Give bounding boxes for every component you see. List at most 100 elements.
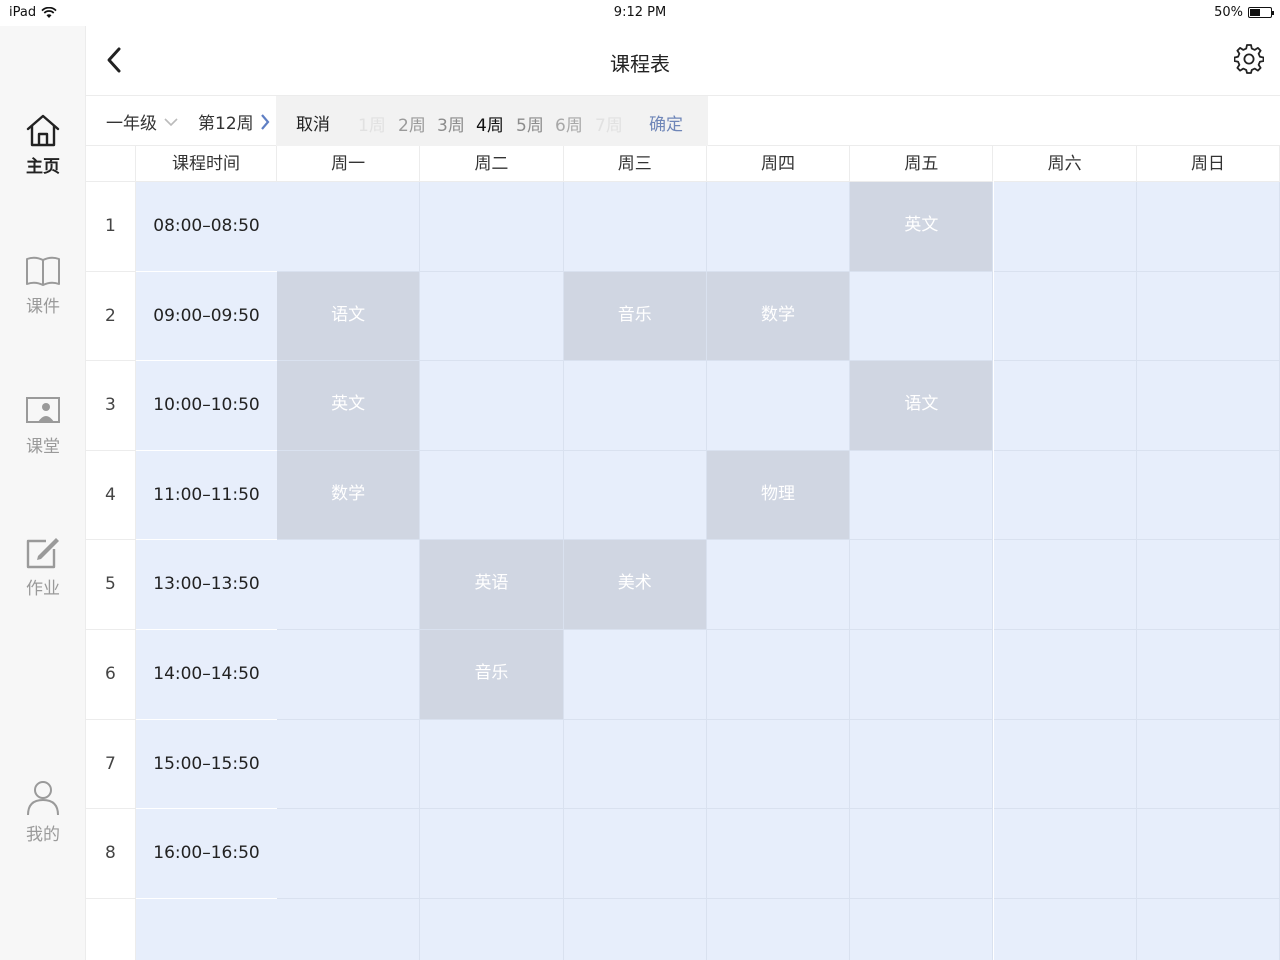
status-time: 9:12 PM — [613, 5, 667, 20]
empty-cell[interactable] — [993, 182, 1137, 272]
sidebar-item-label: 课堂 — [26, 437, 60, 457]
empty-cell[interactable] — [277, 630, 421, 720]
empty-cell[interactable] — [993, 271, 1137, 362]
empty-cell[interactable] — [563, 898, 707, 960]
course-cell[interactable]: 英文 — [850, 182, 994, 272]
empty-cell[interactable] — [277, 540, 421, 630]
empty-cell[interactable] — [706, 898, 851, 960]
empty-cell[interactable] — [850, 630, 994, 720]
sidebar-item-homework[interactable]: 作业 — [0, 534, 86, 599]
empty-cell[interactable] — [277, 809, 421, 899]
gear-icon[interactable] — [1234, 44, 1264, 74]
week-option[interactable]: 2周 — [398, 111, 426, 136]
sidebar-item-label: 课件 — [26, 297, 60, 317]
corner-header — [86, 146, 136, 182]
period-number: 6 — [86, 630, 136, 720]
week-option[interactable]: 7周 — [595, 111, 623, 136]
cancel-button[interactable]: 取消 — [296, 110, 330, 135]
sidebar-item-label: 作业 — [26, 579, 60, 599]
empty-cell[interactable] — [277, 182, 421, 272]
empty-cell[interactable] — [563, 809, 707, 899]
user-icon — [27, 781, 59, 816]
course-cell[interactable]: 英语 — [420, 540, 564, 630]
week-option-selected[interactable]: 4周 — [476, 111, 504, 136]
empty-cell[interactable] — [993, 630, 1137, 720]
empty-cell[interactable] — [1136, 719, 1280, 810]
empty-cell[interactable] — [706, 540, 851, 630]
week-option[interactable]: 6周 — [555, 111, 583, 136]
week-select[interactable]: 第12周 — [198, 109, 270, 134]
empty-cell[interactable] — [420, 719, 564, 810]
period-time: 09:00–09:50 — [136, 271, 277, 362]
week-value: 第12周 — [198, 114, 254, 134]
empty-cell[interactable] — [563, 630, 707, 720]
course-cell[interactable]: 语文 — [850, 361, 994, 451]
empty-cell[interactable] — [706, 182, 851, 272]
chevron-right-icon — [260, 113, 270, 130]
sidebar-item-home[interactable]: 主页 — [0, 112, 86, 177]
empty-cell[interactable] — [1136, 540, 1280, 630]
empty-cell[interactable] — [1136, 898, 1280, 960]
course-cell[interactable]: 语文 — [277, 271, 421, 362]
empty-cell[interactable] — [706, 719, 851, 810]
empty-cell[interactable] — [277, 719, 421, 810]
empty-cell[interactable] — [993, 809, 1137, 899]
empty-cell[interactable] — [850, 898, 994, 960]
period-number — [86, 898, 136, 960]
empty-cell[interactable] — [1136, 450, 1280, 541]
course-cell[interactable]: 美术 — [563, 540, 707, 630]
empty-cell[interactable] — [420, 271, 564, 362]
week-option[interactable]: 3周 — [437, 111, 465, 136]
empty-cell[interactable] — [420, 450, 564, 541]
day-header: 周一 — [277, 146, 421, 182]
empty-cell[interactable] — [706, 809, 851, 899]
empty-cell[interactable] — [563, 719, 707, 810]
course-cell[interactable]: 英文 — [277, 361, 421, 451]
sidebar-item-courseware[interactable]: 课件 — [0, 254, 86, 317]
confirm-button[interactable]: 确定 — [649, 110, 683, 135]
empty-cell[interactable] — [420, 809, 564, 899]
course-cell[interactable]: 音乐 — [420, 630, 564, 720]
period-number: 5 — [86, 540, 136, 630]
empty-cell[interactable] — [993, 540, 1137, 630]
grade-value: 一年级 — [106, 114, 157, 134]
course-cell[interactable]: 数学 — [706, 271, 851, 362]
period-time: 11:00–11:50 — [136, 450, 277, 541]
empty-cell[interactable] — [993, 898, 1137, 960]
empty-cell[interactable] — [563, 450, 707, 541]
empty-cell[interactable] — [993, 450, 1137, 541]
day-header: 周四 — [706, 146, 851, 182]
empty-cell[interactable] — [1136, 809, 1280, 899]
empty-cell[interactable] — [420, 361, 564, 451]
empty-cell[interactable] — [277, 898, 421, 960]
course-cell[interactable]: 物理 — [706, 450, 851, 541]
empty-cell[interactable] — [1136, 630, 1280, 720]
sidebar-item-classroom[interactable]: 课堂 — [0, 394, 86, 457]
empty-cell[interactable] — [993, 361, 1137, 451]
empty-cell[interactable] — [420, 898, 564, 960]
empty-cell[interactable] — [563, 361, 707, 451]
empty-cell[interactable] — [420, 182, 564, 272]
course-cell[interactable]: 数学 — [277, 450, 421, 541]
chevron-down-icon — [164, 117, 178, 126]
week-option[interactable]: 5周 — [516, 111, 544, 136]
empty-cell[interactable] — [706, 630, 851, 720]
empty-cell[interactable] — [993, 719, 1137, 810]
battery-percent: 50% — [1214, 5, 1243, 20]
empty-cell[interactable] — [563, 182, 707, 272]
empty-cell[interactable] — [1136, 182, 1280, 272]
empty-cell[interactable] — [706, 361, 851, 451]
empty-cell[interactable] — [850, 809, 994, 899]
empty-cell[interactable] — [850, 719, 994, 810]
course-cell[interactable]: 音乐 — [563, 271, 707, 362]
empty-cell[interactable] — [850, 271, 994, 362]
sidebar-item-mine[interactable]: 我的 — [0, 778, 86, 845]
empty-cell[interactable] — [850, 540, 994, 630]
empty-cell[interactable] — [1136, 361, 1280, 451]
grade-select[interactable]: 一年级 — [106, 109, 179, 134]
week-option[interactable]: 1周 — [358, 111, 386, 136]
empty-cell[interactable] — [850, 450, 994, 541]
empty-cell[interactable] — [1136, 271, 1280, 362]
header: 课程表 — [86, 26, 1280, 96]
battery-fill — [1250, 9, 1260, 16]
